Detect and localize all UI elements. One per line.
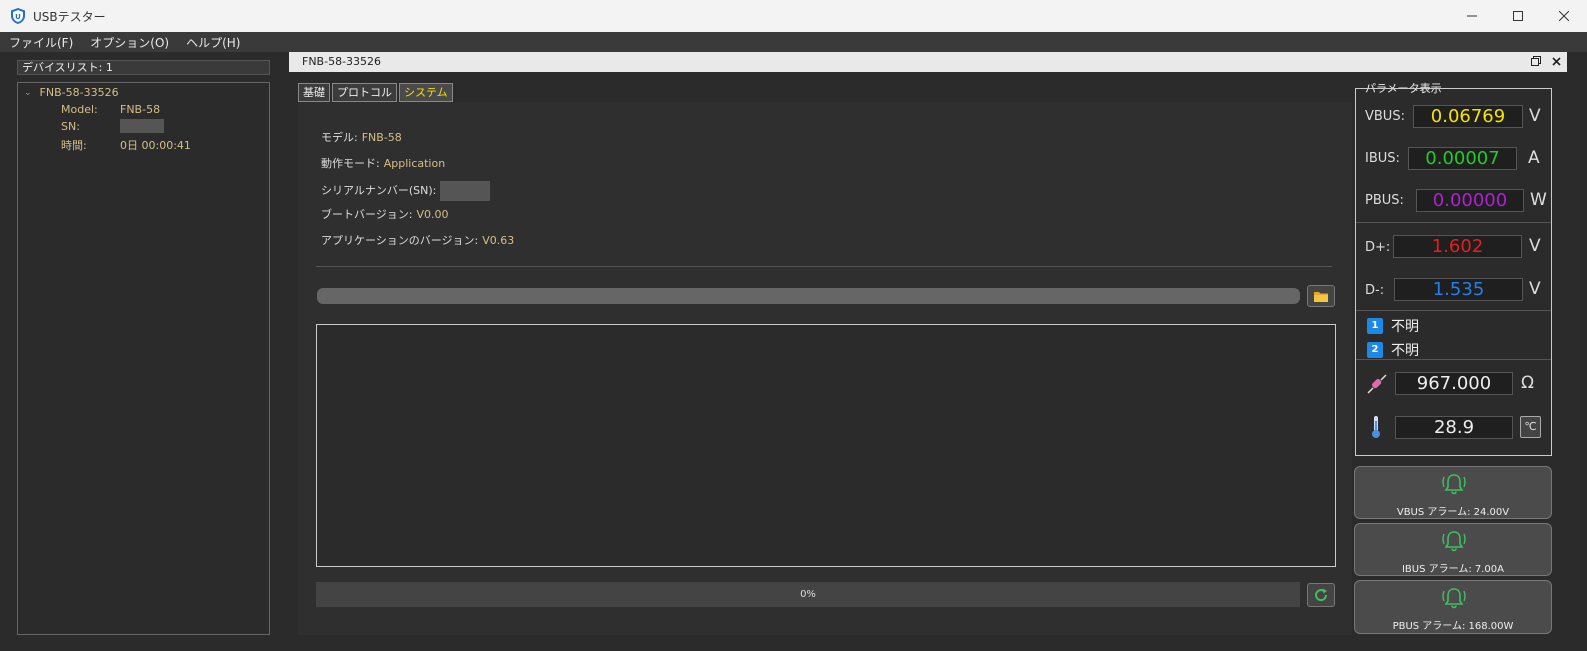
app-version-label: アプリケーションのバージョン: (321, 234, 479, 247)
resistance-value: 967.000 (1395, 372, 1513, 395)
dminus-unit: V (1529, 279, 1541, 299)
dplus-label: D+: (1365, 240, 1391, 255)
pbus-label: PBUS: (1365, 193, 1404, 208)
minimize-button[interactable] (1449, 0, 1495, 32)
bell-icon (1439, 471, 1469, 500)
mode-value: Application (383, 157, 446, 170)
divider (1356, 222, 1551, 223)
dminus-label: D-: (1365, 283, 1385, 298)
tab-protocol[interactable]: プロトコル (332, 83, 397, 102)
tab-bar: 基礎 プロトコル システム (298, 83, 455, 102)
temperature-unit-button[interactable]: ℃ (1520, 416, 1541, 438)
pbus-unit: W (1530, 190, 1547, 210)
tab-system[interactable]: システム (399, 83, 453, 102)
close-icon (1559, 11, 1569, 21)
cc1-text: 不明 (1391, 319, 1419, 335)
device-panel: デバイスリスト: 1 ⌄ FNB-58-33526 Model: FNB-58 … (17, 60, 270, 635)
info-app-version: アプリケーションのバージョン: V0.63 (321, 232, 514, 248)
pbus-alarm-label: PBUS アラーム: 168.00W (1392, 621, 1514, 632)
ibus-unit: A (1528, 148, 1540, 168)
info-serial: シリアルナンバー(SN): (321, 181, 491, 201)
close-button[interactable] (1541, 0, 1587, 32)
minimize-icon (1467, 15, 1477, 17)
doc-close-icon[interactable] (1552, 52, 1561, 72)
dminus-value: 1.535 (1394, 278, 1523, 301)
thermometer-icon (1369, 415, 1383, 442)
device-list-header: デバイスリスト: 1 (17, 60, 270, 75)
vbus-label: VBUS: (1365, 109, 1405, 124)
refresh-button[interactable] (1307, 583, 1335, 607)
maximize-icon (1513, 11, 1523, 21)
tree-device-node[interactable]: ⌄ FNB-58-33526 (24, 86, 119, 99)
system-tab-content: モデル: FNB-58 動作モード: Application シリアルナンバー(SN… (298, 102, 1352, 635)
refresh-icon (1315, 588, 1328, 602)
ibus-alarm-label: IBUS アラーム: 7.00A (1401, 564, 1504, 575)
bell-icon (1439, 528, 1469, 557)
app-shield-icon: U (9, 7, 27, 25)
sn-label: SN: (61, 120, 80, 133)
boot-value: V0.00 (416, 208, 449, 221)
resistor-icon (1366, 373, 1388, 398)
vbus-value: 0.06769 (1413, 105, 1523, 128)
cc2-text: 不明 (1391, 343, 1419, 359)
model-value: FNB-58 (361, 131, 402, 144)
cc2-status: 2 不明 (1367, 340, 1419, 360)
device-name: FNB-58-33526 (39, 86, 119, 99)
time-value: 0日 00:00:41 (120, 139, 191, 152)
vbus-alarm-label: VBUS アラーム: 24.00V (1396, 507, 1510, 518)
cc1-badge: 1 (1367, 318, 1383, 334)
tab-basic[interactable]: 基礎 (298, 83, 330, 102)
info-boot: ブートバージョン: V0.00 (321, 206, 449, 222)
document-title-bar: FNB-58-33526 (289, 52, 1567, 72)
info-mode: 動作モード: Application (321, 155, 445, 171)
dplus-unit: V (1529, 236, 1541, 256)
chevron-down-icon[interactable]: ⌄ (24, 88, 32, 98)
cc2-badge: 2 (1367, 342, 1383, 358)
svg-text:U: U (15, 13, 21, 21)
serial-redacted (440, 181, 491, 201)
temperature-value: 28.9 (1395, 416, 1513, 439)
app-version-value: V0.63 (482, 234, 515, 247)
maximize-button[interactable] (1495, 0, 1541, 32)
cc1-status: 1 不明 (1367, 316, 1419, 336)
bell-icon (1439, 585, 1469, 614)
pbus-value: 0.00000 (1416, 189, 1524, 212)
parameter-panel: VBUS: 0.06769 V IBUS: 0.00007 A PBUS: 0.… (1355, 88, 1552, 456)
menu-file[interactable]: ファイル(F) (0, 34, 81, 51)
ibus-value: 0.00007 (1408, 147, 1517, 170)
mode-label: 動作モード: (321, 157, 380, 170)
menu-options[interactable]: オプション(O) (81, 34, 177, 51)
restore-icon[interactable] (1531, 52, 1541, 72)
window-title: USBテスター (33, 9, 106, 24)
ibus-label: IBUS: (1365, 151, 1400, 166)
divider (1356, 359, 1551, 360)
model-label: モデル: (321, 131, 358, 144)
model-value: FNB-58 (120, 103, 161, 116)
model-label: Model: (61, 103, 98, 116)
sn-redacted (120, 119, 164, 133)
menu-bar: ファイル(F) オプション(O) ヘルプ(H) (0, 32, 1587, 52)
firmware-path-field[interactable] (317, 288, 1300, 304)
menu-help[interactable]: ヘルプ(H) (177, 34, 248, 51)
serial-label: シリアルナンバー(SN): (321, 184, 437, 197)
log-output[interactable] (316, 324, 1336, 567)
device-tree[interactable]: ⌄ FNB-58-33526 Model: FNB-58 SN: 時間: 0日 … (17, 82, 270, 635)
ibus-alarm-button[interactable]: IBUS アラーム: 7.00A (1354, 523, 1552, 576)
vbus-alarm-button[interactable]: VBUS アラーム: 24.00V (1354, 466, 1552, 519)
pbus-alarm-button[interactable]: PBUS アラーム: 168.00W (1354, 580, 1552, 634)
time-label: 時間: (61, 139, 87, 152)
info-model: モデル: FNB-58 (321, 129, 402, 145)
open-folder-button[interactable] (1307, 285, 1335, 307)
dplus-value: 1.602 (1393, 235, 1522, 258)
boot-label: ブートバージョン: (321, 208, 413, 221)
folder-icon (1314, 291, 1328, 302)
divider (316, 266, 1332, 267)
vbus-unit: V (1529, 106, 1541, 126)
title-bar: U USBテスター (0, 0, 1587, 32)
divider (1356, 310, 1551, 311)
resistance-unit: Ω (1521, 373, 1534, 393)
document-title: FNB-58-33526 (302, 55, 382, 68)
upgrade-progress-bar: 0% (316, 582, 1300, 607)
